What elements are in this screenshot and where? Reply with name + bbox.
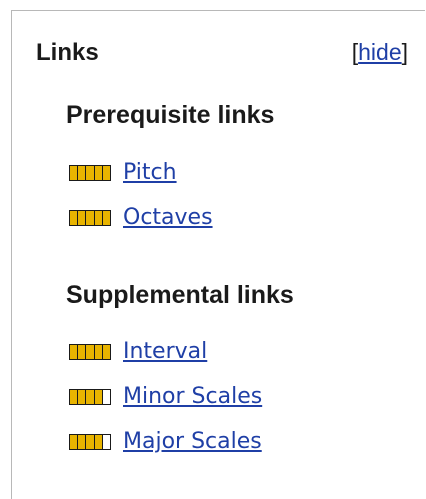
meter-segment-filled bbox=[102, 345, 111, 359]
meter-segment-filled bbox=[94, 345, 102, 359]
meter-segment-filled bbox=[94, 211, 102, 225]
meter-segment-empty bbox=[102, 435, 111, 449]
meter-segment-filled bbox=[70, 345, 78, 359]
relevance-meter-icon bbox=[69, 210, 111, 226]
meter-segment-filled bbox=[102, 211, 111, 225]
link-minor-scales[interactable]: Minor Scales bbox=[123, 386, 262, 408]
meter-segment-filled bbox=[78, 211, 86, 225]
supplemental-link-interval[interactable]: Interval bbox=[69, 339, 207, 365]
relevance-meter-icon bbox=[69, 389, 111, 405]
hide-bracket-close: ] bbox=[401, 39, 408, 65]
relevance-meter-icon bbox=[69, 165, 111, 181]
meter-segment-filled bbox=[70, 390, 78, 404]
meter-segment-filled bbox=[70, 166, 78, 180]
link-interval[interactable]: Interval bbox=[123, 341, 207, 363]
supplemental-links-heading: Supplemental links bbox=[66, 281, 294, 309]
meter-segment-filled bbox=[78, 435, 86, 449]
meter-segment-filled bbox=[94, 390, 102, 404]
meter-segment-filled bbox=[86, 390, 94, 404]
meter-segment-filled bbox=[86, 166, 94, 180]
link-pitch[interactable]: Pitch bbox=[123, 162, 177, 184]
links-header: Links [hide] bbox=[12, 11, 425, 91]
meter-segment-filled bbox=[70, 435, 78, 449]
supplemental-link-minor-scales[interactable]: Minor Scales bbox=[69, 384, 262, 410]
supplemental-link-major-scales[interactable]: Major Scales bbox=[69, 429, 262, 455]
relevance-meter-icon bbox=[69, 434, 111, 450]
meter-segment-filled bbox=[94, 166, 102, 180]
meter-segment-filled bbox=[78, 166, 86, 180]
links-panel: Links [hide] Prerequisite links Pitch Oc… bbox=[11, 10, 425, 499]
meter-segment-filled bbox=[70, 211, 78, 225]
meter-segment-filled bbox=[86, 435, 94, 449]
link-major-scales[interactable]: Major Scales bbox=[123, 431, 262, 453]
prerequisite-link-pitch[interactable]: Pitch bbox=[69, 160, 177, 186]
hide-toggle: [hide] bbox=[352, 41, 408, 64]
link-octaves[interactable]: Octaves bbox=[123, 207, 213, 229]
meter-segment-filled bbox=[86, 211, 94, 225]
meter-segment-empty bbox=[102, 390, 111, 404]
prerequisite-link-octaves[interactable]: Octaves bbox=[69, 205, 213, 231]
meter-segment-filled bbox=[78, 345, 86, 359]
meter-segment-filled bbox=[78, 390, 86, 404]
relevance-meter-icon bbox=[69, 344, 111, 360]
links-title: Links bbox=[36, 39, 99, 66]
meter-segment-filled bbox=[86, 345, 94, 359]
meter-segment-filled bbox=[94, 435, 102, 449]
hide-link[interactable]: hide bbox=[358, 39, 401, 65]
prerequisite-links-heading: Prerequisite links bbox=[66, 101, 275, 129]
meter-segment-filled bbox=[102, 166, 111, 180]
